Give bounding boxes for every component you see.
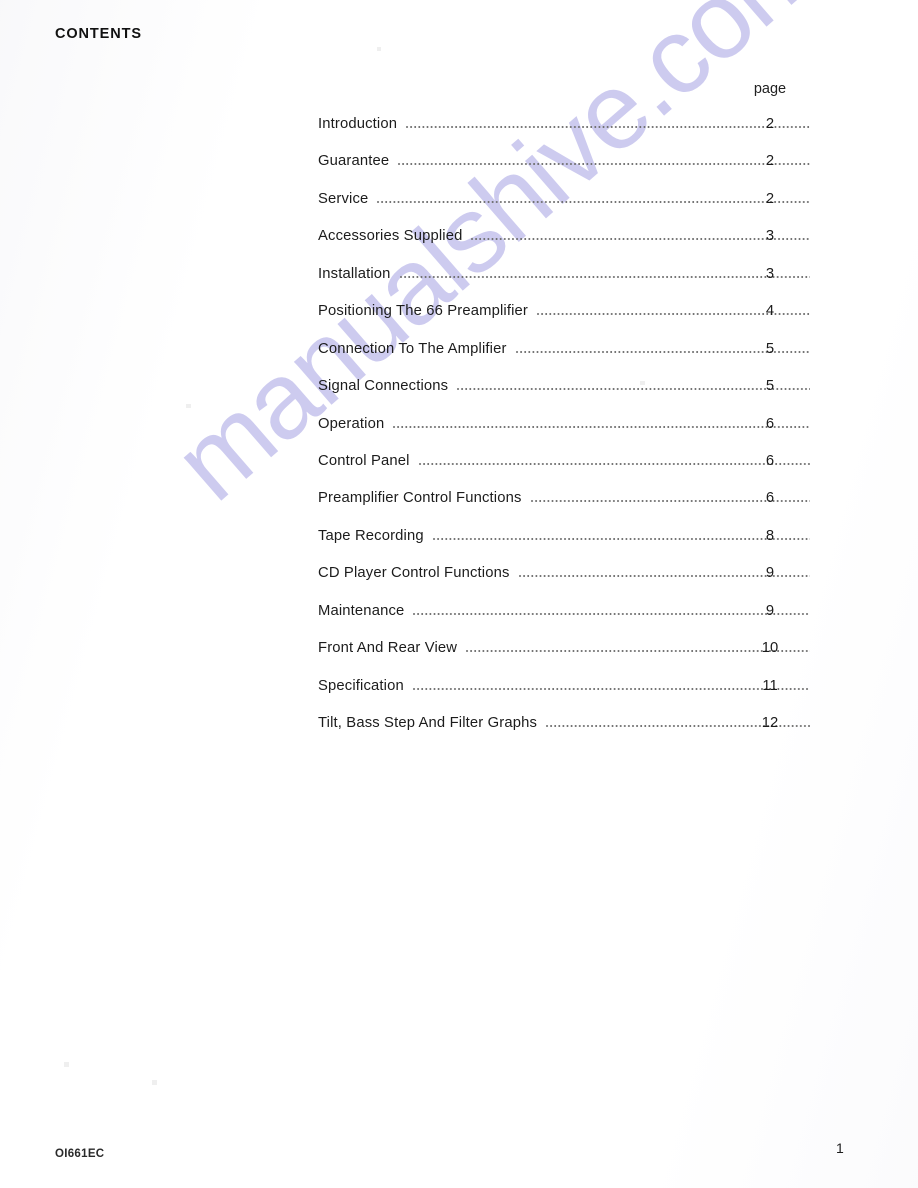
toc-entry-page-number: 3 xyxy=(765,265,775,282)
toc-entry[interactable]: Front And Rear View 10 xyxy=(318,640,818,677)
toc-entry[interactable]: Introduction 2 xyxy=(318,116,818,153)
toc-entry-label: Operation xyxy=(318,415,385,432)
toc-entry-page-number: 2 xyxy=(765,190,775,207)
toc-entry[interactable]: Control Panel 6 xyxy=(318,453,818,490)
toc-entry-label: Service xyxy=(318,190,369,207)
toc-entry[interactable]: Specification 11 xyxy=(318,678,818,715)
toc-entry[interactable]: Guarantee 2 xyxy=(318,153,818,190)
toc-entry-page-number: 5 xyxy=(765,378,775,395)
scan-speck xyxy=(152,1080,157,1085)
table-of-contents: Introduction 2 Guarantee 2 Service 2 Accessori… xyxy=(318,116,818,752)
toc-entry-page-number: 9 xyxy=(765,565,775,582)
toc-entry-page-number: 5 xyxy=(765,340,775,357)
page-column-header: page xyxy=(753,81,787,97)
toc-entry-page-number: 11 xyxy=(762,677,778,694)
toc-entry[interactable]: Tape Recording 8 xyxy=(318,528,818,565)
toc-entry-label: Introduction xyxy=(318,116,398,132)
toc-entry-page-number: 3 xyxy=(765,228,775,245)
toc-entry[interactable]: CD Player Control Functions 9 xyxy=(318,565,818,602)
toc-entry-label: Guarantee xyxy=(318,153,390,170)
toc-entry-label: Specification xyxy=(318,677,404,694)
toc-entry[interactable]: Signal Connections 5 xyxy=(318,378,818,415)
toc-entry[interactable]: Tilt, Bass Step And Filter Graphs 12 xyxy=(318,715,818,752)
footer-document-code: OI661EC xyxy=(55,1148,105,1160)
toc-entry-page-number: 12 xyxy=(761,715,779,731)
toc-entry-page-number: 6 xyxy=(765,452,775,469)
toc-entry[interactable]: Preamplifier Control Functions 6 xyxy=(318,490,818,527)
toc-entry-page-number: 9 xyxy=(765,602,775,619)
toc-entry-label: Signal Connections xyxy=(318,378,449,395)
toc-entry-page-number: 4 xyxy=(765,303,775,320)
toc-entry-label: Tape Recording xyxy=(318,527,424,544)
footer-page-number: 1 xyxy=(836,1140,844,1156)
scan-speck xyxy=(186,404,191,408)
toc-entry[interactable]: Accessories Supplied 3 xyxy=(318,228,818,265)
toc-entry[interactable]: Service 2 xyxy=(318,191,818,228)
toc-entry-page-number: 8 xyxy=(765,527,775,544)
toc-entry[interactable]: Positioning The 66 Preamplifier 4 xyxy=(318,303,818,340)
toc-entry[interactable]: Maintenance 9 xyxy=(318,603,818,640)
page-title: CONTENTS xyxy=(55,26,142,42)
toc-entry-label: Positioning The 66 Preamplifier xyxy=(318,303,528,320)
toc-entry-label: Installation xyxy=(318,265,391,282)
toc-entry-label: Accessories Supplied xyxy=(318,228,463,245)
toc-entry-page-number: 10 xyxy=(761,640,779,657)
toc-entry[interactable]: Connection To The Amplifier 5 xyxy=(318,341,818,378)
toc-entry-page-number: 6 xyxy=(765,490,775,507)
toc-entry-label: Maintenance xyxy=(318,602,405,619)
toc-entry[interactable]: Installation 3 xyxy=(318,266,818,303)
toc-entry-page-number: 2 xyxy=(765,116,775,132)
document-page: manualshive.com CONTENTS page Introducti… xyxy=(0,0,918,1188)
toc-entry-label: Front And Rear View xyxy=(318,640,458,657)
toc-entry[interactable]: Operation 6 xyxy=(318,416,818,453)
scan-speck xyxy=(64,1062,69,1067)
toc-entry-page-number: 2 xyxy=(765,153,775,170)
toc-entry-label: Connection To The Amplifier xyxy=(318,340,507,357)
toc-entry-label: Preamplifier Control Functions xyxy=(318,490,522,507)
toc-entry-page-number: 6 xyxy=(765,415,775,432)
toc-entry-label: Control Panel xyxy=(318,452,410,469)
scan-speck xyxy=(377,47,381,51)
toc-entry-label: CD Player Control Functions xyxy=(318,565,510,582)
toc-entry-label: Tilt, Bass Step And Filter Graphs xyxy=(318,715,538,731)
